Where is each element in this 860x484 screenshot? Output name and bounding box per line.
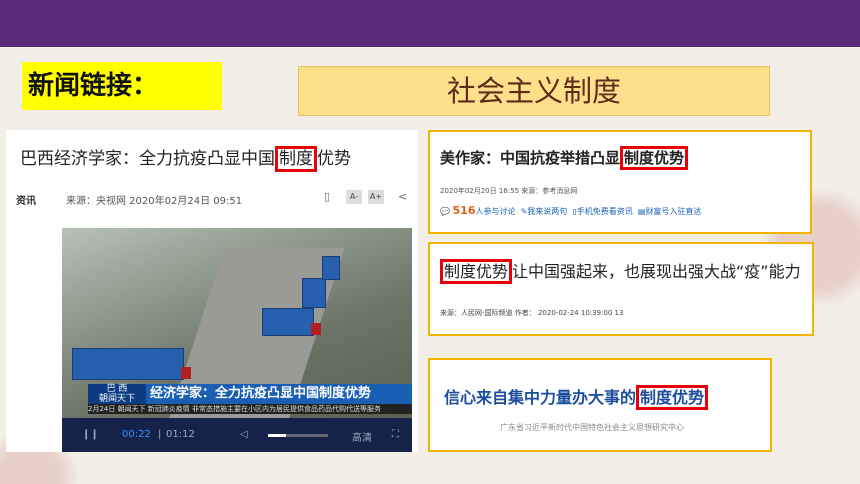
source-info: 来源：央视网 2020年02月24日 09:51	[66, 196, 243, 207]
volume-level	[268, 434, 286, 437]
share-icon[interactable]: <	[398, 190, 407, 203]
left-article-card: 巴西经济学家：全力抗疫凸显中国 制度 优势 资讯 来源：央视网 2020年02月24…	[6, 130, 418, 452]
card2-title-text: 让中国强起来，也展现出强大战“疫”能力	[512, 262, 801, 281]
video-player[interactable]: 巴 西 朝闻天下 经济学家：全力抗疫凸显中国制度优势 2月24日 朝闻天下 新冠…	[62, 228, 412, 452]
caption-tag: 巴 西 朝闻天下	[88, 384, 146, 404]
wealth-link[interactable]: 财富号入驻直达	[645, 207, 701, 216]
quality-button[interactable]: 高清	[352, 429, 372, 444]
mobile-icon[interactable]: ▯	[324, 190, 330, 203]
right-article-card-1: 美作家：中国抗疫举措凸显 制度优势 2020年02月20日 16:55 来源：参考…	[428, 130, 812, 234]
card1-title-text: 美作家：中国抗疫举措凸显	[440, 149, 621, 167]
card3-meta: 广东省习近平新时代中国特色社会主义思想研究中心	[500, 423, 684, 432]
card1-date: 2020年02月20日 16:55 来源：参考消息网	[440, 187, 578, 195]
caption-tag-bottom: 朝闻天下	[98, 394, 135, 404]
comment-link[interactable]: 我来说两句	[527, 207, 567, 216]
comment-count[interactable]: 516	[453, 204, 476, 217]
font-larger-button[interactable]: A+	[368, 190, 384, 204]
slide-headline: 社会主义制度	[298, 66, 770, 116]
truck	[322, 256, 340, 280]
truck	[262, 308, 321, 336]
article-meta-row: 资讯 来源：央视网 2020年02月24日 09:51 ▯ A- A+ <	[16, 188, 408, 208]
volume-slider[interactable]	[268, 434, 328, 437]
news-link-label: 新闻链接：	[22, 62, 222, 110]
title-text: 巴西经济学家：全力抗疫凸显中国	[20, 149, 275, 169]
card3-title-text: 信心来自集中力量办大事的	[444, 388, 637, 407]
card2-title: 制度优势 让中国强起来，也展现出强大战“疫”能力	[440, 258, 801, 284]
card3-title: 信心来自集中力量办大事的 制度优势	[444, 384, 709, 410]
time-separator: |	[158, 429, 162, 440]
card1-title: 美作家：中国抗疫举措凸显 制度优势	[440, 146, 689, 170]
card1-actions: 💬 516人参与讨论 ✎我来说两句 ▯手机免费看资讯 ▤财富号入驻直达	[440, 204, 701, 217]
highlight-box: 制度优势	[620, 146, 689, 170]
highlight-box: 制度优势	[440, 259, 513, 284]
news-caption-bar: 巴 西 朝闻天下 经济学家：全力抗疫凸显中国制度优势	[88, 384, 412, 404]
highlight-box: 制度	[275, 146, 317, 172]
font-smaller-button[interactable]: A-	[346, 190, 362, 204]
comment-label[interactable]: 人参与讨论	[475, 207, 515, 216]
caption-main: 经济学家：全力抗疫凸显中国制度优势	[150, 386, 372, 401]
right-article-card-3: 信心来自集中力量办大事的 制度优势 广东省习近平新时代中国特色社会主义思想研究中心	[428, 358, 772, 452]
title-text-end: 优势	[317, 149, 351, 169]
time-total: 01:12	[166, 429, 195, 440]
news-ticker: 2月24日 朝闻天下 新冠肺炎疫情 非常态措施主要在小区内为居民提供食品药品代购…	[88, 404, 412, 414]
truck	[72, 348, 191, 380]
mobile-link[interactable]: 手机免费看资讯	[577, 207, 633, 216]
card2-meta: 来源：人民网-国际频道 作者： 2020-02-24 10:39:00 13	[440, 309, 624, 317]
left-article-title: 巴西经济学家：全力抗疫凸显中国 制度 优势	[20, 144, 351, 172]
time-current: 00:22	[122, 429, 151, 440]
comment-icon[interactable]: 💬	[440, 207, 450, 216]
video-controls: ❙❙ 00:22 | 01:12 ◁ 高清 ⛶	[62, 418, 412, 452]
pause-icon[interactable]: ❙❙	[82, 429, 99, 440]
fullscreen-icon[interactable]: ⛶	[392, 429, 399, 440]
top-banner	[0, 0, 860, 47]
caption-tag-top: 巴 西	[106, 384, 128, 394]
right-article-card-2: 制度优势 让中国强起来，也展现出强大战“疫”能力 来源：人民网-国际频道 作者： …	[428, 242, 814, 336]
source-tag: 资讯	[16, 196, 36, 207]
highlight-box: 制度优势	[636, 385, 709, 410]
truck	[302, 278, 326, 308]
volume-icon[interactable]: ◁	[240, 429, 248, 440]
